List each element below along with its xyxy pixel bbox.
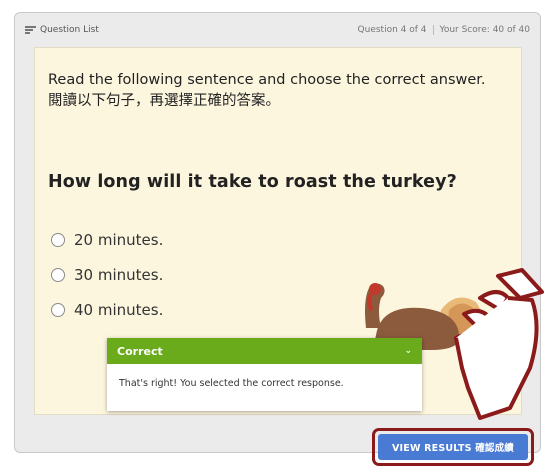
feedback-title: Correct [117, 344, 163, 358]
question-progress: Question 4 of 4 [357, 25, 427, 35]
question-list-button[interactable]: Question List [25, 25, 99, 35]
feedback-header[interactable]: Correct ⌄ [107, 338, 422, 364]
instructions: Read the following sentence and choose t… [48, 70, 486, 112]
answer-option[interactable]: 40 minutes. [51, 301, 163, 319]
radio-button[interactable] [51, 233, 65, 247]
pointing-hand-icon [454, 268, 544, 420]
radio-button[interactable] [51, 303, 65, 317]
question-list-icon [25, 26, 36, 34]
score-text: Your Score: 40 of 40 [439, 25, 530, 35]
answer-option[interactable]: 30 minutes. [51, 266, 163, 284]
answer-option-label: 30 minutes. [74, 266, 164, 284]
question-text: How long will it take to roast the turke… [48, 172, 457, 192]
score-area: Question 4 of 4 Your Score: 40 of 40 [358, 25, 530, 35]
radio-button[interactable] [51, 268, 65, 282]
question-list-label: Question List [40, 25, 99, 35]
top-bar: Question List Question 4 of 4 Your Score… [15, 13, 540, 47]
feedback-message: That's right! You selected the correct r… [119, 378, 344, 389]
instruction-chinese: 閱讀以下句子，再選擇正確的答案。 [48, 93, 280, 109]
answer-option-label: 20 minutes. [74, 231, 164, 249]
view-results-button[interactable]: VIEW RESULTS 確認成績 [378, 434, 528, 460]
answer-option-label: 40 minutes. [74, 301, 164, 319]
divider [432, 25, 434, 35]
answer-option[interactable]: 20 minutes. [51, 231, 163, 249]
feedback-panel: Correct ⌄ That's right! You selected the… [107, 338, 422, 411]
instruction-english: Read the following sentence and choose t… [48, 72, 486, 88]
chevron-down-icon[interactable]: ⌄ [404, 346, 412, 356]
